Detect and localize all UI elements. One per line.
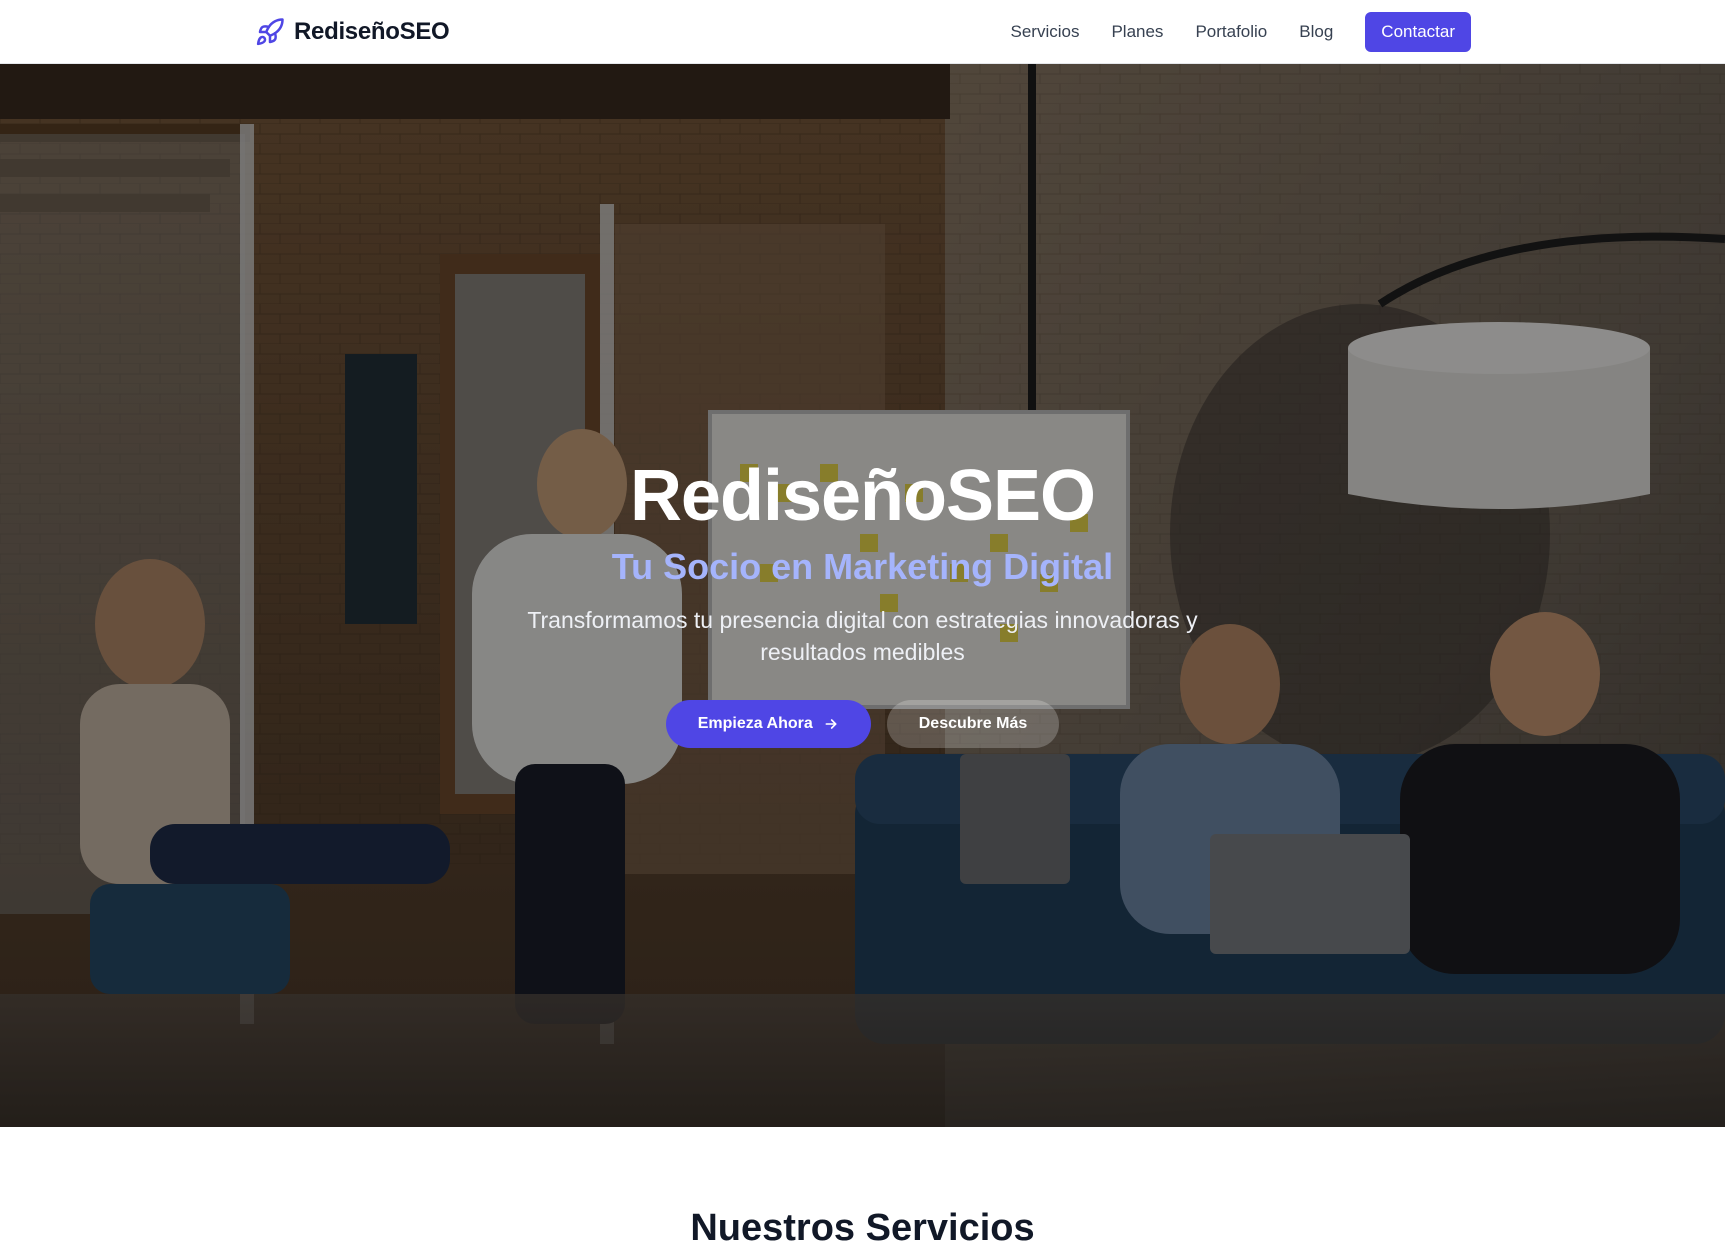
nav-link-blog[interactable]: Blog: [1299, 22, 1333, 42]
hero-section: RediseñoSEO Tu Socio en Marketing Digita…: [0, 64, 1725, 1127]
nav-link-portafolio[interactable]: Portafolio: [1195, 22, 1267, 42]
empieza-ahora-button[interactable]: Empieza Ahora: [665, 700, 871, 748]
services-section: Nuestros Servicios: [0, 1127, 1725, 1252]
brand-name: RediseñoSEO: [294, 18, 450, 45]
contact-button[interactable]: Contactar: [1365, 12, 1471, 52]
arrow-right-icon: [825, 719, 837, 729]
services-section-title: Nuestros Servicios: [690, 1207, 1035, 1249]
main-nav: Servicios Planes Portafolio Blog Contact…: [978, 12, 1471, 52]
hero-button-group: Empieza Ahora Descubre Más: [0, 700, 1725, 748]
empieza-ahora-label: Empieza Ahora: [697, 715, 813, 732]
hero-description: Transformamos tu presencia digital con e…: [527, 607, 1198, 665]
nav-link-planes[interactable]: Planes: [1111, 22, 1163, 42]
nav-link-servicios[interactable]: Servicios: [1010, 22, 1079, 42]
brand-logo-link[interactable]: RediseñoSEO: [255, 14, 450, 50]
hero-content: RediseñoSEO Tu Socio en Marketing Digita…: [0, 454, 1725, 748]
top-navbar: RediseñoSEO Servicios Planes Portafolio …: [0, 0, 1725, 64]
hero-title: RediseñoSEO: [629, 456, 1096, 536]
hero-subtitle: Tu Socio en Marketing Digital: [611, 546, 1114, 587]
rocket-icon: [256, 18, 284, 46]
descubre-mas-button[interactable]: Descubre Más: [886, 700, 1060, 748]
